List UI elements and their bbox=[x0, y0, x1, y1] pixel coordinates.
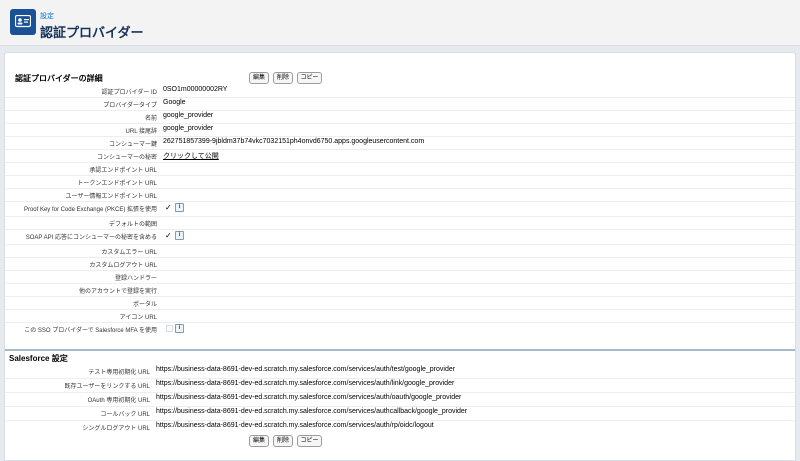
detail-label: ユーザー情報エンドポイント URL bbox=[65, 194, 157, 200]
sf-value: https://business-data-8691-dev-ed.scratc… bbox=[156, 366, 456, 373]
page-title: 認証プロバイダー bbox=[40, 25, 144, 40]
detail-row-custom-logout-url: カスタムログアウト URL bbox=[5, 258, 795, 271]
detail-section-title: 認証プロバイダーの詳細 bbox=[15, 74, 103, 83]
detail-label: コンシューマー鍵 bbox=[108, 142, 157, 148]
detail-value: google_provider bbox=[163, 125, 214, 132]
detail-row-default-scopes: デフォルトの範囲 bbox=[5, 217, 795, 230]
detail-row-soap-secret: SOAP API 応答にコンシューマーの秘密を含める ✓ i bbox=[5, 230, 795, 245]
sf-row-test-url: テスト専用初期化 URL https://business-data-8691-… bbox=[5, 365, 795, 379]
detail-row-icon-url: アイコン URL bbox=[5, 310, 795, 323]
detail-label: 認証プロバイダー ID bbox=[101, 90, 157, 96]
detail-row-provider-id: 認証プロバイダー ID 0SO1m00000002RY bbox=[5, 85, 795, 98]
section-divider bbox=[5, 349, 795, 351]
check-icon: ✓ bbox=[165, 231, 172, 240]
detail-row-consumer-key: コンシューマー鍵 262751857399-9jbldm37b74vkc7032… bbox=[5, 137, 795, 150]
detail-label: 承認エンドポイント URL bbox=[89, 168, 157, 174]
info-icon[interactable]: i bbox=[175, 203, 184, 212]
detail-label: カスタムエラー URL bbox=[101, 250, 157, 256]
sf-value: https://business-data-8691-dev-ed.scratc… bbox=[156, 408, 468, 415]
sf-value: https://business-data-8691-dev-ed.scratc… bbox=[156, 380, 455, 387]
detail-label: この SSO プロバイダーで Salesforce MFA を使用 bbox=[24, 328, 157, 334]
breadcrumb[interactable]: 設定 bbox=[40, 11, 54, 21]
delete-button-bottom[interactable]: 削除 bbox=[273, 435, 293, 447]
sf-row-callback-url: コールバック URL https://business-data-8691-de… bbox=[5, 407, 795, 421]
sf-value: https://business-data-8691-dev-ed.scratc… bbox=[156, 394, 462, 401]
id-card-icon bbox=[10, 9, 36, 35]
detail-row-url-suffix: URL 接尾辞 google_provider bbox=[5, 124, 795, 137]
detail-row-token-endpoint: トークンエンドポイント URL bbox=[5, 176, 795, 189]
sf-label: 既存ユーザーをリンクする URL bbox=[64, 384, 150, 390]
sf-label: シングルログアウト URL bbox=[82, 426, 150, 432]
detail-label: Proof Key for Code Exchange (PKCE) 拡張を使用 bbox=[23, 207, 157, 213]
detail-row-consumer-secret: コンシューマーの秘密 クリックして公開 bbox=[5, 150, 795, 163]
mfa-checkbox bbox=[166, 325, 173, 332]
detail-card: 認証プロバイダーの詳細 編集 削除 コピー 認証プロバイダー ID 0SO1m0… bbox=[4, 52, 796, 461]
sf-label: OAuth 専用初期化 URL bbox=[87, 398, 150, 404]
detail-row-sso-mfa: この SSO プロバイダーで Salesforce MFA を使用 i bbox=[5, 323, 795, 338]
detail-label: 名前 bbox=[144, 116, 157, 122]
detail-row-registration-handler: 登録ハンドラー bbox=[5, 271, 795, 284]
sf-label: テスト専用初期化 URL bbox=[88, 370, 150, 376]
detail-row-provider-type: プロバイダータイプ Google bbox=[5, 98, 795, 111]
detail-row-name: 名前 google_provider bbox=[5, 111, 795, 124]
detail-label: ポータル bbox=[132, 302, 157, 308]
detail-row-userinfo-endpoint: ユーザー情報エンドポイント URL bbox=[5, 189, 795, 202]
detail-row-custom-error-url: カスタムエラー URL bbox=[5, 245, 795, 258]
page-header: 設定 認証プロバイダー bbox=[0, 0, 800, 46]
sf-row-logout-url: シングルログアウト URL https://business-data-8691… bbox=[5, 421, 795, 435]
info-icon[interactable]: i bbox=[175, 324, 184, 333]
reveal-secret-link[interactable]: クリックして公開 bbox=[163, 151, 219, 161]
info-icon[interactable]: i bbox=[175, 231, 184, 240]
detail-label: 登録ハンドラー bbox=[114, 276, 157, 282]
check-icon: ✓ bbox=[165, 203, 172, 212]
edit-button-bottom[interactable]: 編集 bbox=[249, 435, 269, 447]
sf-value: https://business-data-8691-dev-ed.scratc… bbox=[156, 422, 434, 429]
detail-row-authorize-endpoint: 承認エンドポイント URL bbox=[5, 163, 795, 176]
delete-button-top[interactable]: 削除 bbox=[273, 72, 293, 84]
detail-row-execute-as: 他のアカウントで登録を実行 bbox=[5, 284, 795, 297]
detail-label: カスタムログアウト URL bbox=[89, 263, 157, 269]
sf-label: コールバック URL bbox=[100, 412, 150, 418]
detail-label: トークンエンドポイント URL bbox=[77, 181, 157, 187]
detail-value: Google bbox=[163, 99, 186, 106]
detail-row-portal: ポータル bbox=[5, 297, 795, 310]
sf-row-oauth-url: OAuth 専用初期化 URL https://business-data-86… bbox=[5, 393, 795, 407]
salesforce-section-title: Salesforce 設定 bbox=[9, 354, 68, 363]
detail-label: アイコン URL bbox=[119, 315, 157, 321]
detail-value: 262751857399-9jbldm37b74vkc7032151ph4onv… bbox=[163, 138, 425, 145]
detail-label: コンシューマーの秘密 bbox=[96, 155, 157, 161]
detail-label: 他のアカウントで登録を実行 bbox=[78, 289, 157, 295]
detail-label: SOAP API 応答にコンシューマーの秘密を含める bbox=[25, 235, 157, 241]
detail-label: デフォルトの範囲 bbox=[108, 222, 157, 228]
detail-label: プロバイダータイプ bbox=[103, 103, 157, 109]
detail-row-pkce: Proof Key for Code Exchange (PKCE) 拡張を使用… bbox=[5, 202, 795, 217]
edit-button-top[interactable]: 編集 bbox=[249, 72, 269, 84]
sf-row-link-url: 既存ユーザーをリンクする URL https://business-data-8… bbox=[5, 379, 795, 393]
detail-value: 0SO1m00000002RY bbox=[163, 86, 228, 93]
copy-button-top[interactable]: コピー bbox=[297, 72, 322, 84]
detail-value: google_provider bbox=[163, 112, 214, 119]
detail-label: URL 接尾辞 bbox=[125, 129, 157, 135]
copy-button-bottom[interactable]: コピー bbox=[297, 435, 322, 447]
